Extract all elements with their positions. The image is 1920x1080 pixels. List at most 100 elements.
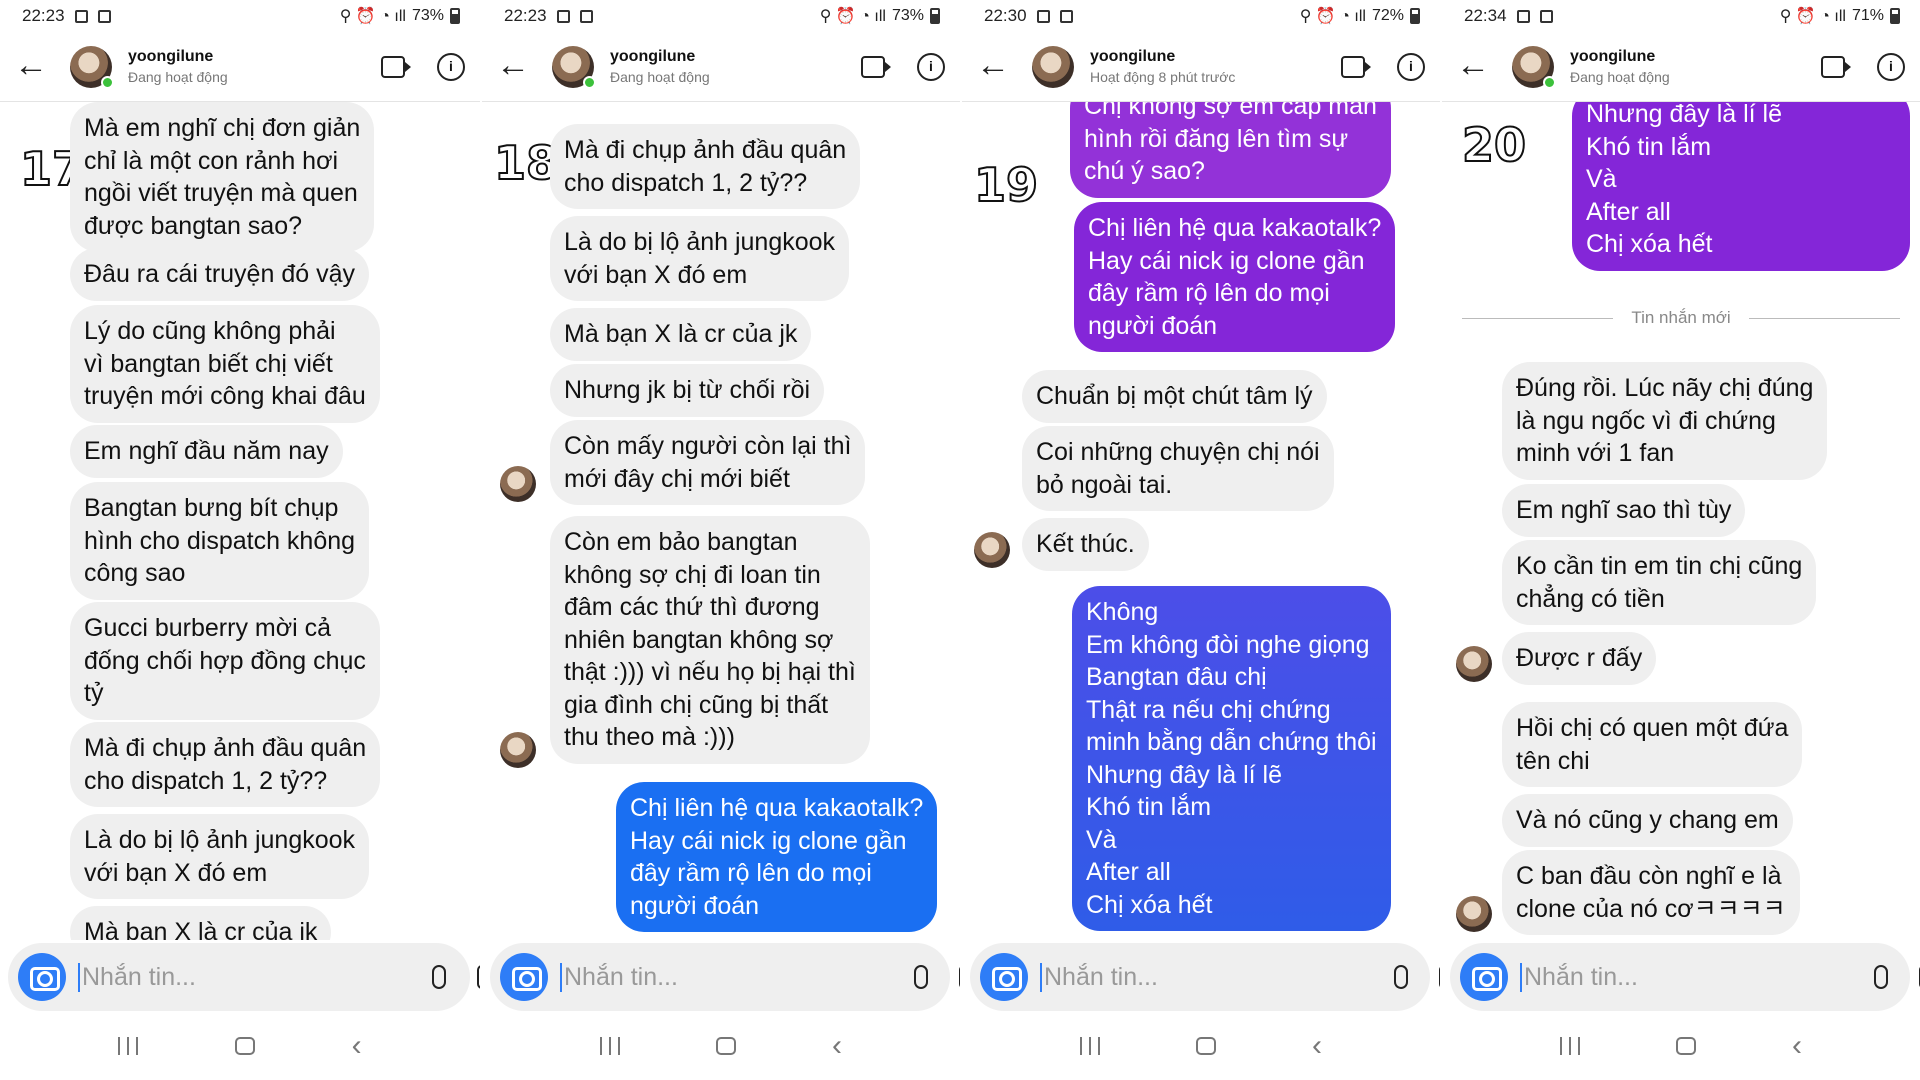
message-bubble-sent[interactable]: Chị không sợ em cap màn hình rồi đăng lê… (1070, 102, 1391, 198)
message-bubble[interactable]: Hồi chị có quen một đứa tên chi (1502, 702, 1803, 787)
message-bubble-sent[interactable]: Nhưng đây là lí lẽ Khó tin lắm Và After … (1572, 102, 1910, 271)
info-icon[interactable]: i (916, 52, 946, 81)
video-call-icon[interactable] (378, 54, 411, 80)
info-icon[interactable]: i (436, 52, 466, 81)
recent-apps-icon[interactable] (1080, 1037, 1100, 1055)
activity-status: Đang hoạt động (1570, 69, 1670, 85)
home-icon[interactable] (1196, 1037, 1216, 1055)
message-input[interactable] (1040, 962, 1366, 992)
chat-header: ← yoongilune Đang hoạt động i (482, 32, 960, 102)
status-time: 22:34 (1464, 6, 1507, 25)
battery-percent: 73% (411, 7, 444, 24)
message-bubble[interactable]: Và nó cũng y chang em (1502, 794, 1793, 847)
message-bubble[interactable]: Kết thúc. (1022, 518, 1149, 571)
online-dot-icon (1543, 75, 1556, 89)
contact-name: yoongilune (1570, 48, 1656, 65)
contact-info[interactable]: yoongilune Đang hoạt động (128, 48, 350, 85)
online-dot-icon (583, 75, 596, 89)
message-input[interactable] (1520, 962, 1846, 992)
message-bubble[interactable]: Nhưng jk bị từ chối rồi (550, 364, 825, 417)
contact-info[interactable]: yoongilune Đang hoạt động (1570, 48, 1790, 85)
message-bubble[interactable]: Mà bạn X là cr của jk (70, 906, 332, 940)
message-bubble[interactable]: Em nghĩ sao thì tùy (1502, 484, 1746, 537)
camera-icon[interactable] (980, 953, 1028, 1001)
notification-icon (1516, 9, 1530, 23)
message-bubble[interactable]: Đúng rồi. Lúc nãy chị đúng là ngu ngốc v… (1502, 362, 1828, 480)
message-bubble[interactable]: C ban đầu còn nghĩ e là clone của nó cơㅋ… (1502, 850, 1800, 935)
contact-name: yoongilune (1090, 48, 1176, 65)
message-bubble[interactable]: Mà bạn X là cr của jk (550, 308, 812, 361)
nav-back-icon[interactable]: ‹ (352, 1031, 362, 1061)
message-thread: 17 Mà em nghĩ chị đơn giản chỉ là một co… (0, 102, 480, 940)
message-input[interactable] (560, 962, 886, 992)
message-bubble[interactable]: Đâu ra cái truyện đó vậy (70, 248, 369, 301)
camera-icon[interactable] (500, 953, 548, 1001)
avatar[interactable] (1032, 45, 1074, 88)
message-bubble[interactable]: Còn em bảo bangtan không sợ chị đi loan … (550, 516, 870, 764)
video-call-icon[interactable] (1818, 54, 1851, 80)
video-call-icon[interactable] (1338, 54, 1371, 80)
battery-percent: 73% (891, 7, 924, 24)
avatar[interactable] (70, 45, 114, 89)
screenshot-number: 20 (1461, 117, 1527, 173)
back-arrow-icon[interactable]: ← (14, 48, 50, 85)
recent-apps-icon[interactable] (600, 1037, 620, 1055)
message-bubble[interactable]: Mà em nghĩ chị đơn giản chỉ là một con r… (70, 102, 375, 252)
back-arrow-icon[interactable]: ← (1456, 48, 1492, 85)
microphone-icon[interactable] (906, 962, 936, 992)
nav-back-icon[interactable]: ‹ (832, 1031, 842, 1061)
battery-icon (450, 8, 460, 24)
message-bubble[interactable]: Em nghĩ đầu năm nay (70, 425, 343, 478)
signal-icon: ⚲ ⏰ ◔ ıll (1299, 8, 1366, 25)
message-composer (490, 943, 960, 1011)
home-icon[interactable] (1676, 1037, 1696, 1055)
message-bubble[interactable]: Gucci burberry mời cả đống chối hợp đồng… (70, 602, 380, 720)
back-arrow-icon[interactable]: ← (976, 48, 1012, 85)
message-thread: 19 Chị không sợ em cap màn hình rồi đăng… (962, 102, 1440, 940)
message-bubble[interactable]: Bangtan bưng bít chụp hình cho dispatch … (70, 482, 370, 600)
nav-back-icon[interactable]: ‹ (1792, 1031, 1802, 1061)
message-bubble[interactable]: Được r đấy (1502, 632, 1657, 685)
video-call-icon[interactable] (858, 54, 891, 80)
info-icon[interactable]: i (1876, 52, 1906, 81)
camera-icon[interactable] (18, 953, 66, 1001)
gallery-icon[interactable] (1916, 962, 1920, 992)
microphone-icon[interactable] (1386, 962, 1416, 992)
message-bubble[interactable]: Chuẩn bị một chút tâm lý (1022, 370, 1327, 423)
message-bubble[interactable]: Mà đi chụp ảnh đầu quân cho dispatch 1, … (550, 124, 861, 209)
info-icon[interactable]: i (1396, 52, 1426, 81)
contact-info[interactable]: yoongilune Hoạt động 8 phút trước (1090, 48, 1310, 85)
new-messages-divider: Tin nhắn mới (1462, 308, 1900, 328)
microphone-icon[interactable] (424, 962, 454, 992)
message-bubble[interactable]: Mà đi chụp ảnh đầu quân cho dispatch 1, … (70, 722, 381, 807)
avatar[interactable] (552, 45, 596, 89)
message-thread: 20 Nhưng đây là lí lẽ Khó tin lắm Và Aft… (1442, 102, 1920, 940)
recent-apps-icon[interactable] (1560, 1037, 1580, 1055)
chat-screen-18: 22:23 ⚲ ⏰ ◔ ıll 73% ← yoongilune Đang hoạ… (480, 0, 960, 1080)
message-bubble-sent[interactable]: Chị liên hệ qua kakaotalk? Hay cái nick … (1074, 202, 1396, 352)
message-bubble[interactable]: Lý do cũng không phải vì bangtan biết ch… (70, 305, 380, 423)
system-nav-bar: ‹ (962, 1012, 1440, 1080)
message-bubble-sent[interactable]: Không Em không đòi nghe giọng Bangtan đâ… (1072, 586, 1391, 931)
home-icon[interactable] (234, 1037, 255, 1055)
screenshot-number: 19 (973, 157, 1039, 213)
message-bubble[interactable]: Là do bị lộ ảnh jungkook với bạn X đó em (70, 814, 370, 899)
message-bubble[interactable]: Là do bị lộ ảnh jungkook với bạn X đó em (550, 216, 850, 301)
system-nav-bar: ‹ (0, 1012, 480, 1080)
notification-icon (1036, 9, 1050, 23)
contact-info[interactable]: yoongilune Đang hoạt động (610, 48, 830, 85)
back-arrow-icon[interactable]: ← (496, 48, 532, 85)
recent-apps-icon[interactable] (118, 1037, 139, 1055)
message-bubble[interactable]: Còn mấy người còn lại thì mới đây chị mớ… (550, 420, 866, 505)
message-bubble[interactable]: Ko cần tin em tin chị cũng chẳng có tiền (1502, 540, 1817, 625)
avatar[interactable] (1512, 45, 1556, 89)
message-bubble-sent[interactable]: Chị liên hệ qua kakaotalk? Hay cái nick … (616, 782, 938, 932)
home-icon[interactable] (716, 1037, 736, 1055)
message-input[interactable] (78, 962, 404, 992)
microphone-icon[interactable] (1866, 962, 1896, 992)
chat-screen-17: 22:23 ⚲ ⏰ ◔ ıll 73% ← yoongilune Đang hoạ… (0, 0, 480, 1080)
camera-icon[interactable] (1460, 953, 1508, 1001)
nav-back-icon[interactable]: ‹ (1312, 1031, 1322, 1061)
battery-icon (1410, 8, 1420, 24)
message-bubble[interactable]: Coi những chuyện chị nói bỏ ngoài tai. (1022, 426, 1334, 511)
